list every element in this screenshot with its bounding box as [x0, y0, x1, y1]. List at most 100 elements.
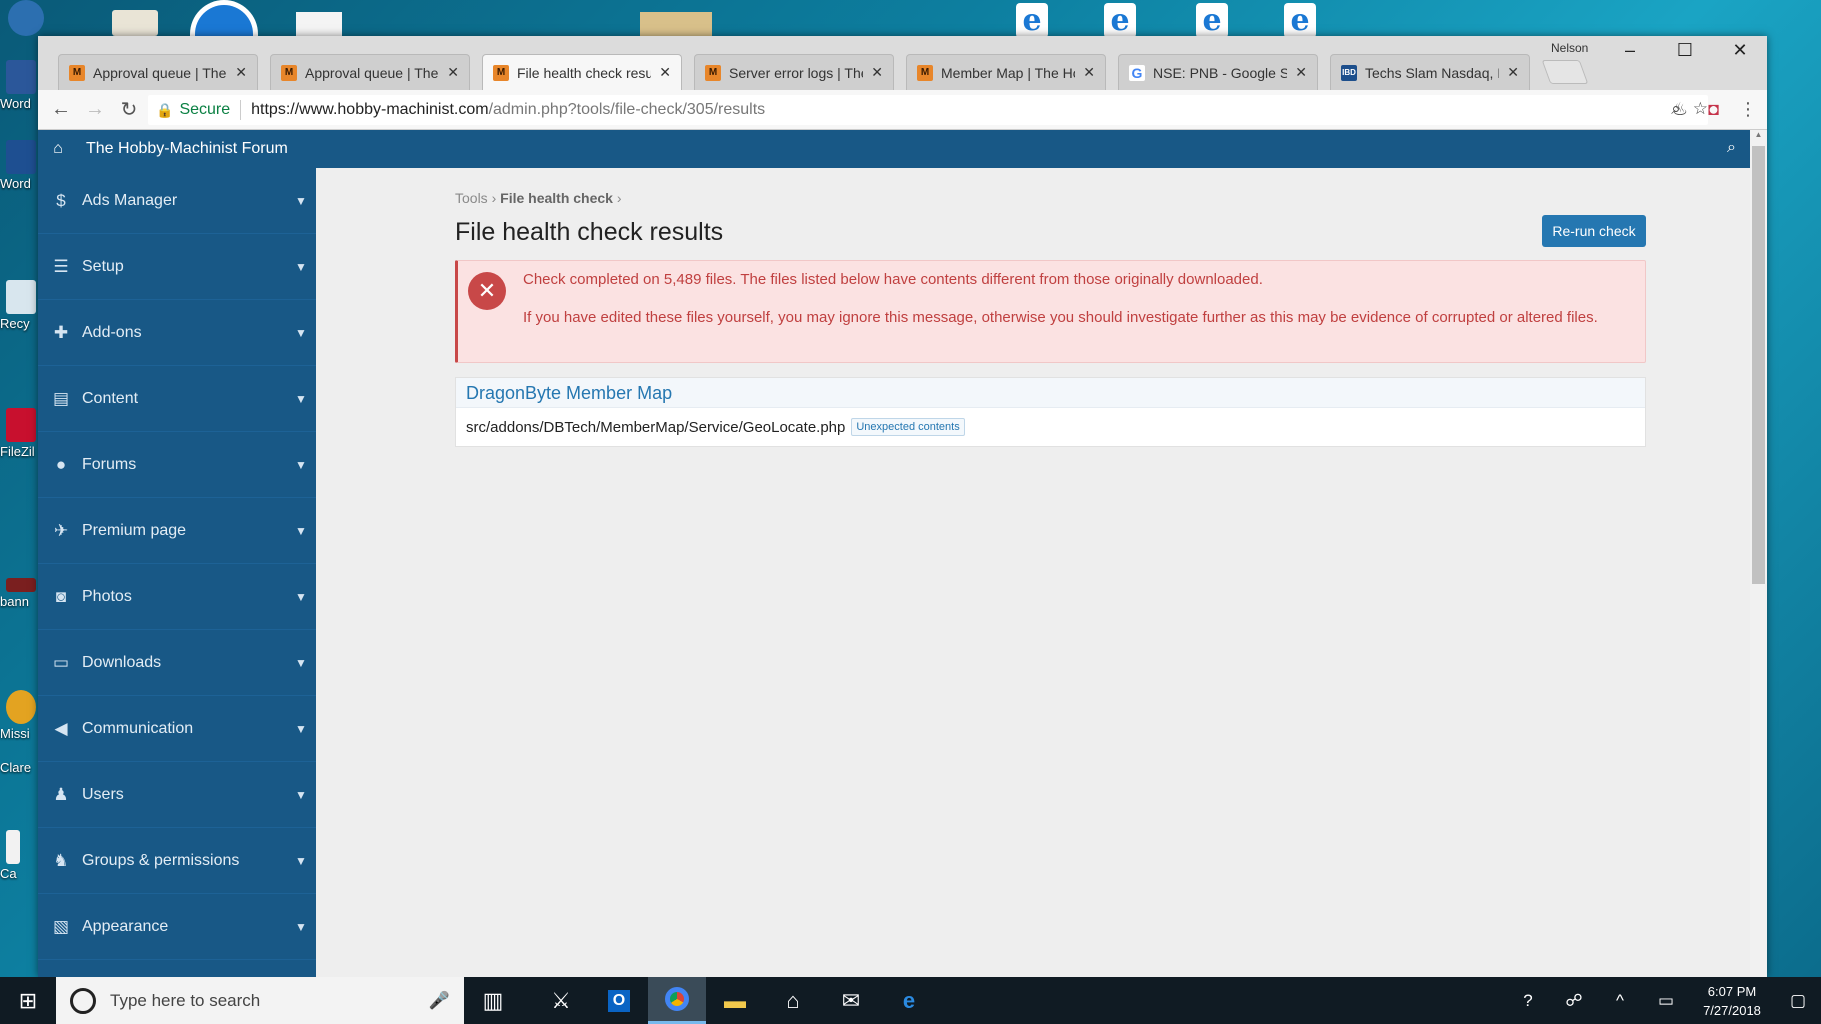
tab-approval-queue-1[interactable]: M Approval queue | The H ✕: [58, 54, 258, 90]
sidebar-item-premium-page[interactable]: ✈ Premium page ▼: [38, 498, 316, 564]
scroll-up-icon[interactable]: ▲: [1750, 130, 1767, 144]
clock-date: 7/27/2018: [1703, 1002, 1761, 1018]
forum-favicon-icon: M: [493, 64, 509, 81]
scroll-thumb[interactable]: [1752, 146, 1765, 584]
desktop-icon-filezilla[interactable]: FileZil: [0, 408, 40, 459]
chevron-down-icon: ▼: [295, 523, 307, 538]
tab-google-search[interactable]: G NSE: PNB - Google Sea ✕: [1118, 54, 1318, 90]
desktop-shortcut-edge-icon[interactable]: e: [1100, 3, 1140, 38]
outlook-icon[interactable]: O: [590, 977, 648, 1024]
taskbar-search-box[interactable]: Type here to search 🎤: [56, 977, 464, 1024]
back-arrow-icon[interactable]: ←: [44, 98, 78, 121]
people-icon[interactable]: ☍: [1551, 991, 1597, 1011]
desktop-shortcut-help-icon[interactable]: [190, 0, 258, 36]
sidebar-item-appearance[interactable]: ▧ Appearance ▼: [38, 894, 316, 960]
file-explorer-icon[interactable]: ▬: [706, 977, 764, 1024]
desktop-shortcut-notes-icon[interactable]: [296, 12, 342, 36]
tab-close-icon[interactable]: ✕: [659, 64, 671, 81]
tab-close-icon[interactable]: ✕: [235, 64, 247, 81]
tab-close-icon[interactable]: ✕: [1083, 64, 1095, 81]
tab-close-icon[interactable]: ✕: [1507, 64, 1519, 81]
store-icon[interactable]: ⌂: [764, 977, 822, 1024]
sidebar-item-setup[interactable]: ☰ Setup ▼: [38, 234, 316, 300]
tab-server-error-logs[interactable]: M Server error logs | The ✕: [694, 54, 894, 90]
desktop-icon-label: Ca: [0, 866, 17, 881]
new-tab-button[interactable]: [1541, 60, 1589, 84]
tab-member-map[interactable]: M Member Map | The Hob ✕: [906, 54, 1106, 90]
browser-menu-icon[interactable]: ⋮: [1739, 99, 1757, 120]
search-icon[interactable]: ⌕: [1727, 139, 1736, 157]
forward-arrow-icon[interactable]: →: [78, 98, 112, 121]
forum-favicon-icon: M: [281, 64, 297, 81]
desktop-icon-banner[interactable]: bann: [0, 578, 40, 609]
tab-file-health-check[interactable]: M File health check result ✕: [482, 54, 682, 90]
desktop-icon-label: Missi: [0, 726, 30, 741]
close-window-icon[interactable]: ✕: [1717, 40, 1763, 61]
battery-icon[interactable]: ▭: [1643, 991, 1689, 1011]
desktop-shortcut-edge-icon[interactable]: e: [1012, 3, 1052, 38]
reload-icon[interactable]: ↻: [112, 97, 146, 122]
chevron-down-icon: ▼: [295, 193, 307, 208]
sidebar-item-photos[interactable]: ◙ Photos ▼: [38, 564, 316, 630]
desktop-icon-recycle-bin[interactable]: Recy: [0, 280, 40, 331]
edge-icon[interactable]: e: [880, 977, 938, 1024]
tab-close-icon[interactable]: ✕: [1295, 64, 1307, 81]
windows-start-icon[interactable]: ⊞: [0, 988, 56, 1014]
pocket-extension-icon[interactable]: ◘: [1708, 99, 1719, 120]
sidebar-item-add-ons[interactable]: ✚ Add-ons ▼: [38, 300, 316, 366]
breadcrumb-file-health-check[interactable]: File health check: [500, 190, 613, 206]
comments-icon: ●: [55, 454, 67, 474]
extension-flame-icon[interactable]: ♨: [1672, 99, 1688, 120]
address-divider: [240, 100, 242, 120]
desktop-icon-mission[interactable]: Missi: [0, 690, 40, 741]
breadcrumb-tools[interactable]: Tools: [455, 190, 488, 206]
desktop-shortcut-box-icon[interactable]: [640, 12, 712, 36]
profile-name[interactable]: Nelson: [1551, 41, 1588, 55]
desktop-shortcut-edge-icon[interactable]: e: [1192, 3, 1232, 38]
status-badge: Unexpected contents: [851, 418, 965, 436]
help-icon[interactable]: ?: [1505, 991, 1551, 1011]
sidebar-item-users[interactable]: ♟ Users ▼: [38, 762, 316, 828]
sidebar-item-label: Downloads: [82, 653, 162, 671]
tab-close-icon[interactable]: ✕: [871, 64, 883, 81]
sidebar-item-forums[interactable]: ● Forums ▼: [38, 432, 316, 498]
desktop-shortcut-edge-icon[interactable]: e: [1280, 3, 1320, 38]
tab-techs-slam-nasdaq[interactable]: IBD Techs Slam Nasdaq, Int ✕: [1330, 54, 1530, 90]
page-scrollbar[interactable]: ▲: [1750, 130, 1767, 977]
sidebar-item-groups-permissions[interactable]: ♞ Groups & permissions ▼: [38, 828, 316, 894]
chevron-up-icon[interactable]: ^: [1597, 991, 1643, 1011]
sidebar-item-communication[interactable]: ◀ Communication ▼: [38, 696, 316, 762]
notifications-icon[interactable]: ▢: [1775, 991, 1821, 1011]
address-bar[interactable]: 🔒 Secure https://www.hobby-machinist.com…: [148, 95, 1708, 125]
tab-title: Server error logs | The: [729, 64, 864, 81]
mail-icon[interactable]: ✉: [822, 977, 880, 1024]
tab-title: Approval queue | The H: [305, 64, 440, 81]
taskbar-app-sword-icon[interactable]: ⚔: [532, 977, 590, 1024]
minimize-icon[interactable]: –: [1607, 40, 1653, 61]
desktop-icon-ca[interactable]: Ca: [0, 830, 40, 881]
desktop-shortcut-document-icon[interactable]: [112, 10, 158, 36]
task-view-icon[interactable]: ▥: [464, 977, 522, 1024]
desktop-shortcut-sword-icon[interactable]: [8, 0, 44, 36]
secure-label: Secure: [179, 101, 231, 118]
microphone-icon[interactable]: 🎤: [429, 991, 450, 1011]
desktop-icon-word[interactable]: Word: [0, 60, 40, 111]
desktop-icon-label: bann: [0, 594, 29, 609]
chevron-down-icon: ▼: [295, 655, 307, 670]
tab-close-icon[interactable]: ✕: [447, 64, 459, 81]
sidebar-item-content[interactable]: ▤ Content ▼: [38, 366, 316, 432]
maximize-icon[interactable]: ☐: [1662, 40, 1708, 61]
sidebar-item-downloads[interactable]: ▭ Downloads ▼: [38, 630, 316, 696]
desktop-icon-clare[interactable]: Clare: [0, 760, 40, 775]
tab-approval-queue-2[interactable]: M Approval queue | The H ✕: [270, 54, 470, 90]
desktop-icon-strip: Word Word Recy FileZil bann Missi Clare …: [0, 0, 38, 977]
chrome-icon[interactable]: [648, 977, 706, 1024]
desktop-icon-word-2[interactable]: Word: [0, 140, 40, 191]
desktop-icon-label: Word: [0, 176, 31, 191]
sidebar-item-ads-manager[interactable]: $ Ads Manager ▼: [38, 168, 316, 234]
bullhorn-icon: ◀: [54, 718, 68, 738]
rerun-check-button[interactable]: Re-run check: [1542, 215, 1646, 247]
site-title[interactable]: The Hobby-Machinist Forum: [86, 140, 288, 158]
home-icon[interactable]: ⌂: [38, 140, 78, 158]
clock[interactable]: 6:07 PM 7/27/2018: [1689, 982, 1775, 1020]
